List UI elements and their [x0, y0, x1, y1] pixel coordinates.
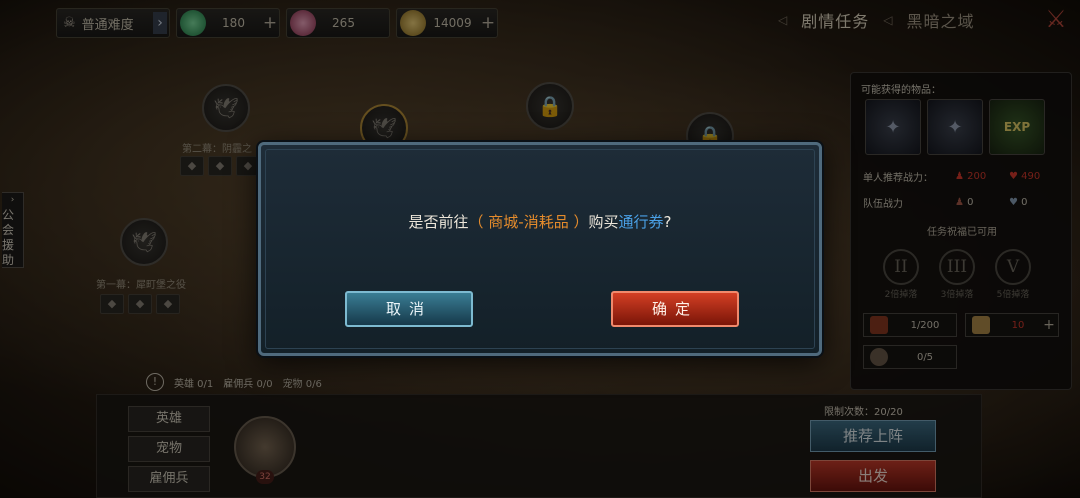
item-name-text: 通行券 — [618, 213, 664, 231]
shop-link-text: （ 商城-消耗品 ） — [468, 213, 589, 231]
cancel-button[interactable]: 取消 — [345, 291, 473, 327]
purchase-confirm-dialog: 是否前往（ 商城-消耗品 ）购买通行券? 取消 确定 — [258, 142, 822, 356]
confirm-button[interactable]: 确定 — [611, 291, 739, 327]
dialog-message: 是否前往（ 商城-消耗品 ）购买通行券? — [408, 213, 672, 231]
